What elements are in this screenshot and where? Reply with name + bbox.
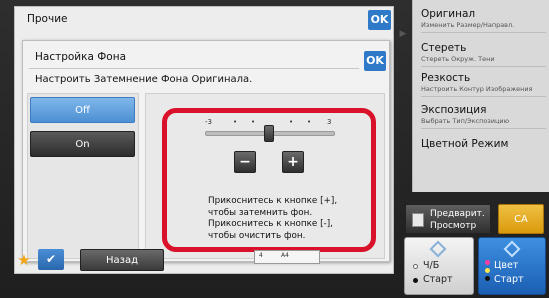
back-button[interactable]: Назад [80, 249, 164, 271]
start-diamond-icon [503, 240, 521, 258]
setting-erase[interactable]: Стереть Стереть Окруж. Тени [421, 42, 546, 67]
setting-sharpness-sub: Настроить Контур Изображения [421, 85, 533, 93]
on-button[interactable]: On [30, 131, 135, 157]
color-dot-icon [485, 268, 490, 273]
preview-label-2: Просмотр [430, 221, 477, 231]
bw-dot-icon [413, 264, 418, 269]
check-icon[interactable]: ✔ [38, 249, 64, 270]
off-button[interactable]: Off [30, 97, 135, 123]
setting-original-title: Оригинал [421, 8, 476, 20]
preview-label-1: Предварит. [430, 209, 485, 219]
mini-preview-left: 4 [259, 252, 263, 259]
play-arrow-icon: ▶ [399, 29, 407, 39]
setting-sharpness-title: Резкость [421, 72, 471, 84]
setting-exposure-title: Экспозиция [421, 104, 487, 116]
setting-sharpness[interactable]: Резкость Настроить Контур Изображения [421, 72, 546, 97]
start-diamond-icon [429, 240, 447, 258]
color-label-1: Цвет [494, 260, 519, 271]
setting-exposure[interactable]: Экспозиция Выбрать Тип/Экспозицию [421, 104, 546, 129]
dialog-subtitle: Настроить Затемнение Фона Оригинала. [35, 74, 253, 85]
preview-button[interactable]: Предварит. Просмотр [405, 204, 491, 234]
setting-color-mode[interactable]: Цветной Режим [421, 138, 546, 153]
mini-preview: 4 A4 [254, 250, 320, 264]
color-dot-icon [485, 260, 490, 265]
bw-dot-icon [413, 278, 418, 283]
color-label-2: Старт [494, 274, 524, 285]
setting-original-sub: Изменить Размер/Направл. [421, 21, 515, 29]
other-panel-title: Прочие [27, 13, 68, 25]
setting-color-mode-title: Цветной Режим [421, 138, 509, 150]
dialog-ok-button[interactable]: OK [364, 51, 386, 71]
setting-erase-title: Стереть [421, 42, 467, 54]
color-start-button[interactable]: Цвет Старт [478, 237, 546, 295]
bw-label-2: Старт [423, 274, 453, 285]
right-settings-panel: Оригинал Изменить Размер/Направл. Стерет… [412, 0, 549, 192]
bw-start-button[interactable]: Ч/Б Старт [404, 237, 474, 295]
ca-button[interactable]: CA [498, 204, 544, 234]
setting-erase-sub: Стереть Окруж. Тени [421, 55, 495, 63]
star-icon[interactable]: ★ [14, 250, 34, 270]
document-icon [412, 213, 424, 227]
highlight-frame [162, 108, 376, 252]
bw-label-1: Ч/Б [423, 260, 440, 271]
color-dot-icon [485, 276, 490, 281]
mini-preview-size: A4 [281, 252, 289, 259]
setting-exposure-sub: Выбрать Тип/Экспозицию [421, 117, 510, 125]
dialog-title: Настройка Фона [35, 51, 127, 63]
other-ok-button[interactable]: OK [368, 10, 391, 30]
dialog-divider [29, 68, 359, 69]
setting-original[interactable]: Оригинал Изменить Размер/Направл. [421, 8, 546, 33]
